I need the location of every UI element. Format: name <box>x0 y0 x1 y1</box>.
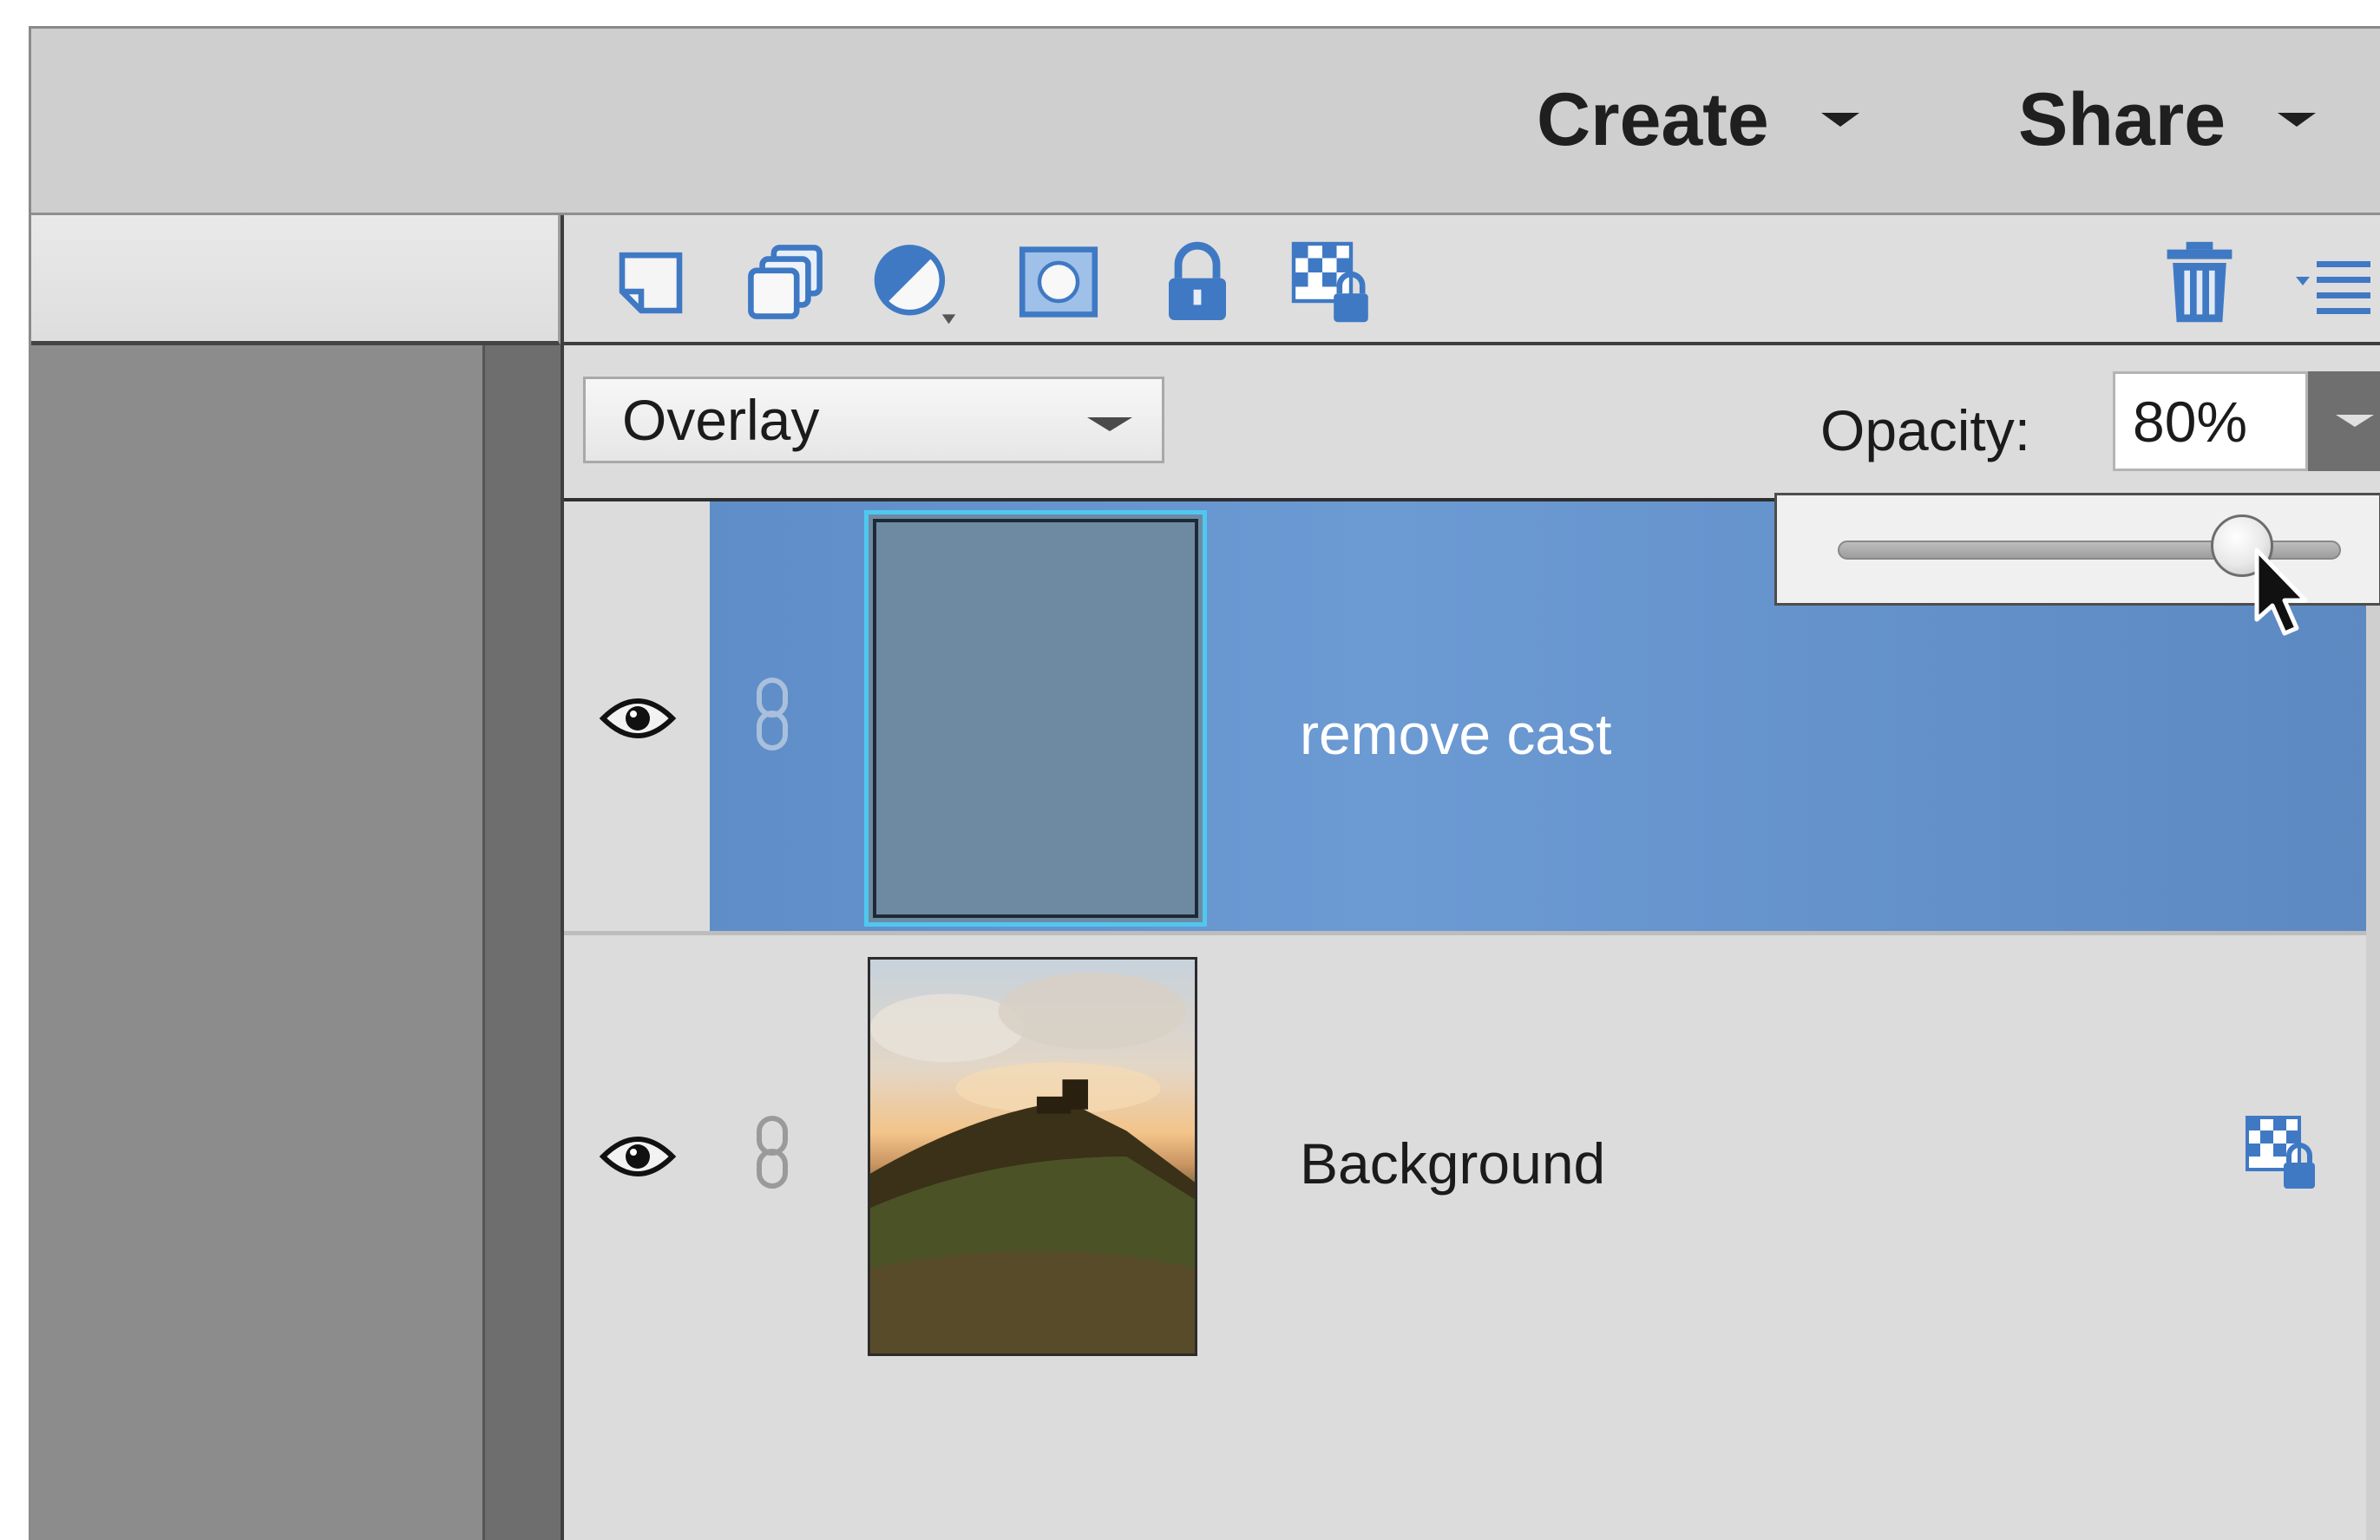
layer-thumbnail[interactable] <box>864 510 1207 927</box>
blend-mode-select[interactable]: Overlay <box>583 377 1164 463</box>
link-icon[interactable] <box>751 675 794 753</box>
layer-name[interactable]: remove cast <box>1300 701 1611 767</box>
scrollbar[interactable] <box>2366 532 2380 1540</box>
opacity-slider-popup <box>1774 493 2380 606</box>
layers-toolbar <box>564 215 2380 345</box>
layer-row-background[interactable]: Background <box>564 940 2380 1373</box>
blend-mode-value: Overlay <box>622 388 820 452</box>
new-group-icon[interactable] <box>738 234 833 330</box>
create-menu-button[interactable]: Create <box>1537 76 1859 163</box>
share-menu-button[interactable]: Share <box>2018 76 2317 163</box>
eye-icon[interactable] <box>599 1126 677 1187</box>
link-icon[interactable] <box>751 1113 794 1191</box>
chevron-down-icon <box>1087 417 1132 431</box>
lock-all-icon[interactable] <box>1150 234 1245 330</box>
eye-icon[interactable] <box>599 688 677 749</box>
create-label: Create <box>1537 77 1769 161</box>
top-bar: Create Share <box>31 29 2380 215</box>
opacity-label: Opacity: <box>1820 398 2031 462</box>
thumbnail-fill <box>873 519 1198 918</box>
left-panel-gutter <box>482 345 563 1540</box>
chevron-down-icon <box>2278 113 2317 127</box>
share-label: Share <box>2018 77 2226 161</box>
layer-mask-icon[interactable] <box>1011 234 1106 330</box>
lock-transparency-icon[interactable] <box>1284 234 1380 330</box>
left-panel-area <box>31 345 482 1540</box>
app-window: Create Share Overlay Opacity: 80% remove… <box>29 26 2380 1540</box>
layer-name[interactable]: Background <box>1300 1130 1605 1196</box>
chevron-down-icon <box>1820 113 1859 127</box>
chevron-down-icon <box>2336 415 2374 427</box>
layers-panel: Overlay Opacity: 80% remove cast Backgro… <box>561 215 2380 1540</box>
blend-row: Overlay Opacity: 80% <box>564 345 2380 501</box>
left-panel-tab <box>31 215 561 345</box>
opacity-value: 80% <box>2133 389 2248 454</box>
panel-menu-icon[interactable] <box>2291 234 2377 330</box>
trash-icon[interactable] <box>2152 234 2247 330</box>
lock-transparency-icon[interactable] <box>2239 1109 2325 1196</box>
opacity-slider-track[interactable] <box>1838 514 2341 577</box>
opacity-field[interactable]: 80% <box>2113 371 2308 471</box>
opacity-slider-knob[interactable] <box>2211 514 2273 577</box>
new-layer-icon[interactable] <box>603 234 698 330</box>
background-thumbnail[interactable] <box>868 957 1197 1356</box>
opacity-dropdown-button[interactable] <box>2308 371 2380 471</box>
adjustment-layer-icon[interactable] <box>868 234 963 330</box>
